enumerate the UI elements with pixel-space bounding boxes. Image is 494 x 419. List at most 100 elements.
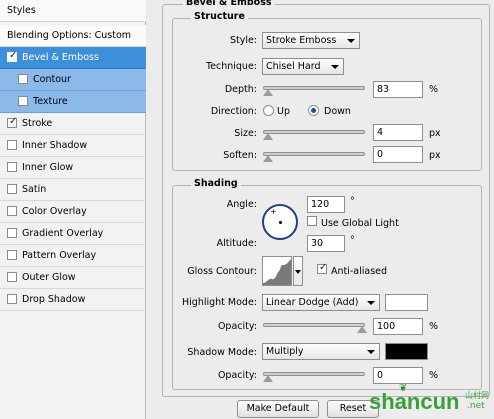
sidebar-item-pattern-overlay[interactable]: Pattern Overlay <box>0 245 146 267</box>
outer-glow-checkbox[interactable] <box>7 271 17 282</box>
depth-slider[interactable] <box>263 86 365 90</box>
shadow-opacity-field[interactable]: 0 <box>373 367 423 384</box>
chevron-down-icon <box>331 65 339 69</box>
highlight-opacity-slider[interactable] <box>263 323 365 327</box>
chevron-down-icon <box>367 350 375 354</box>
shadow-mode-dropdown[interactable]: Multiply <box>262 343 380 360</box>
inner-shadow-checkbox[interactable] <box>7 139 17 150</box>
sidebar-item-satin[interactable]: Satin <box>0 179 146 201</box>
altitude-label: Altitude: <box>216 238 257 249</box>
chevron-down-icon <box>367 301 375 305</box>
shadow-opacity-unit: % <box>429 370 439 381</box>
angle-field[interactable]: 120 <box>307 196 345 213</box>
blending-options-item[interactable]: Blending Options: Custom <box>0 25 146 47</box>
highlight-mode-label: Highlight Mode: <box>182 297 257 308</box>
watermark-logo: ❦ shancun 山村网 .net <box>369 383 493 417</box>
soften-slider-thumb[interactable] <box>263 155 273 162</box>
check-icon: ✓ <box>9 115 18 127</box>
blending-options-label: Blending Options: Custom <box>7 30 132 41</box>
check-icon: ✓ <box>9 49 18 61</box>
stroke-checkbox[interactable]: ✓ <box>7 115 18 128</box>
inner-glow-checkbox[interactable] <box>7 161 17 172</box>
make-default-button[interactable]: Make Default <box>237 400 319 418</box>
sidebar-item-contour[interactable]: Contour <box>0 69 146 91</box>
contour-curve-icon <box>263 259 291 285</box>
sidebar-item-inner-shadow[interactable]: Inner Shadow <box>0 135 146 157</box>
shadow-opacity-thumb[interactable] <box>263 375 273 382</box>
sidebar-item-label: Texture <box>33 96 68 107</box>
shadow-color-swatch[interactable] <box>385 343 428 360</box>
sidebar-item-label: Gradient Overlay <box>22 228 104 239</box>
sidebar-item-texture[interactable]: Texture <box>0 91 146 113</box>
sidebar-item-color-overlay[interactable]: Color Overlay <box>0 201 146 223</box>
structure-title: Structure <box>191 11 248 22</box>
sidebar-item-label: Pattern Overlay <box>22 250 97 261</box>
direction-down-label: Down <box>324 106 351 117</box>
gradient-overlay-checkbox[interactable] <box>7 227 17 238</box>
technique-dropdown[interactable]: Chisel Hard <box>262 58 344 75</box>
direction-up-label: Up <box>277 106 290 117</box>
chevron-down-icon <box>347 39 355 43</box>
highlight-mode-dropdown[interactable]: Linear Dodge (Add) <box>262 294 380 311</box>
contour-checkbox[interactable] <box>18 73 28 84</box>
sidebar-item-inner-glow[interactable]: Inner Glow <box>0 157 146 179</box>
pattern-overlay-checkbox[interactable] <box>7 249 17 260</box>
depth-slider-thumb[interactable] <box>263 89 273 96</box>
size-slider-thumb[interactable] <box>263 133 273 140</box>
global-light-checkbox[interactable] <box>307 216 317 226</box>
anti-aliased-label: Anti-aliased <box>331 266 388 277</box>
direction-down-radio[interactable] <box>308 105 319 116</box>
sidebar-item-drop-shadow[interactable]: Drop Shadow <box>0 289 146 311</box>
shadow-mode-label: Shadow Mode: <box>187 347 257 358</box>
color-overlay-checkbox[interactable] <box>7 205 17 216</box>
sidebar-item-label: Stroke <box>22 118 53 129</box>
sidebar-item-label: Outer Glow <box>22 272 76 283</box>
size-slider[interactable] <box>263 130 365 134</box>
sidebar-item-stroke[interactable]: ✓ Stroke <box>0 113 146 135</box>
sidebar-item-label: Color Overlay <box>22 206 87 217</box>
soften-field[interactable]: 0 <box>373 146 423 163</box>
watermark-net: .net <box>467 401 485 411</box>
angle-unit: ° <box>350 196 355 207</box>
size-field[interactable]: 4 <box>373 124 423 141</box>
texture-checkbox[interactable] <box>18 95 28 106</box>
angle-center-dot <box>279 221 282 224</box>
bevel-checkbox[interactable]: ✓ <box>7 49 18 62</box>
altitude-field[interactable]: 30 <box>307 235 345 252</box>
technique-label: Technique: <box>205 61 257 72</box>
sidebar-item-label: Bevel & Emboss <box>22 52 99 63</box>
technique-value: Chisel Hard <box>266 61 321 72</box>
angle-dial[interactable]: + <box>262 204 298 240</box>
gloss-contour-thumbnail[interactable] <box>262 256 292 286</box>
highlight-opacity-field[interactable]: 100 <box>373 318 423 335</box>
chevron-down-icon <box>295 270 301 274</box>
global-light-label: Use Global Light <box>321 218 399 229</box>
angle-label: Angle: <box>226 199 257 210</box>
styles-sidebar: Styles Blending Options: Custom ✓ Bevel &… <box>0 0 146 419</box>
sidebar-item-gradient-overlay[interactable]: Gradient Overlay <box>0 223 146 245</box>
highlight-color-swatch[interactable] <box>385 294 428 311</box>
styles-header[interactable]: Styles <box>0 0 146 22</box>
highlight-opacity-label: Opacity: <box>217 321 257 332</box>
satin-checkbox[interactable] <box>7 183 17 194</box>
crosshair-icon: + <box>270 207 277 216</box>
shading-title: Shading <box>191 178 241 189</box>
shadow-mode-value: Multiply <box>266 346 304 357</box>
soften-slider[interactable] <box>263 152 365 156</box>
highlight-mode-value: Linear Dodge (Add) <box>266 297 359 308</box>
bevel-emboss-panel: Bevel & Emboss Structure Style: Stroke E… <box>147 0 494 419</box>
highlight-opacity-unit: % <box>429 321 439 332</box>
sidebar-item-bevel-emboss[interactable]: ✓ Bevel & Emboss <box>0 47 146 69</box>
gloss-contour-dropdown[interactable] <box>293 256 303 286</box>
radio-selected-dot <box>311 108 316 113</box>
shadow-opacity-slider[interactable] <box>263 372 365 376</box>
depth-field[interactable]: 83 <box>373 81 423 98</box>
highlight-opacity-thumb[interactable] <box>357 326 367 333</box>
sidebar-item-outer-glow[interactable]: Outer Glow <box>0 267 146 289</box>
depth-unit: % <box>429 84 439 95</box>
drop-shadow-checkbox[interactable] <box>7 293 17 304</box>
style-dropdown[interactable]: Stroke Emboss <box>262 32 360 49</box>
anti-aliased-checkbox[interactable]: ✓ <box>317 262 327 274</box>
soften-label: Soften: <box>223 150 257 161</box>
direction-up-radio[interactable] <box>263 105 274 116</box>
